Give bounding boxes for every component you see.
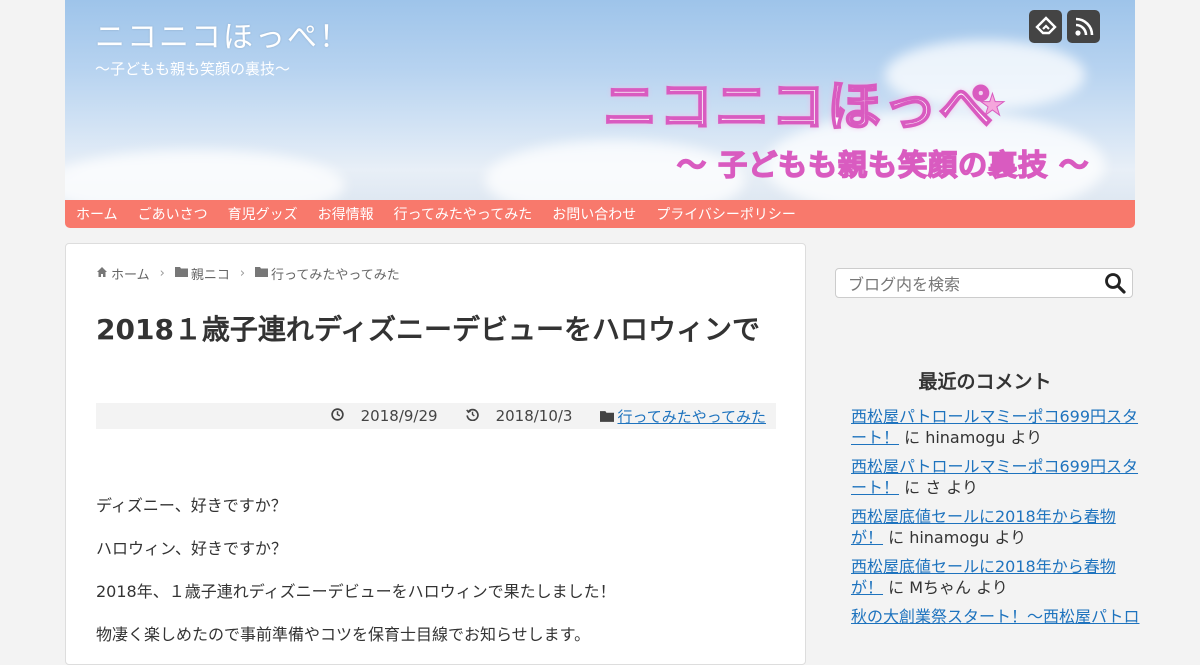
published-date-text: 2018/9/29 <box>360 407 438 425</box>
breadcrumb-separator: › <box>159 266 165 281</box>
comment-mid-text: に <box>899 428 926 447</box>
global-nav: ホーム ごあいさつ 育児グッズ お得情報 行ってみたやってみた お問い合わせ プ… <box>65 200 1135 228</box>
article-paragraph: ハロウィン、好きですか？ <box>96 539 288 558</box>
breadcrumb-home[interactable]: ホーム <box>111 264 150 283</box>
comment-suffix: より <box>941 478 978 497</box>
nav-item-privacy[interactable]: プライバシーポリシー <box>656 204 796 224</box>
article-paragraph: 2018年、１歳子連れディズニーデビューをハロウィンで果たしました！ <box>96 582 616 601</box>
article-category-link[interactable]: 行ってみたやってみた <box>617 408 766 426</box>
updated-date: 2018/10/3 <box>452 407 573 425</box>
site-title[interactable]: ニコニコほっぺ！ <box>95 12 351 56</box>
comment-author: hinamogu <box>909 528 990 547</box>
site-tagline: 〜子どもも親も笑顔の裏技〜 <box>95 60 291 78</box>
updated-date-text: 2018/10/3 <box>495 407 573 425</box>
article-title: 2018１歳子連れディズニーデビューをハロウィンで <box>96 313 760 346</box>
search-icon[interactable] <box>1104 272 1126 294</box>
site-header: ニコニコほっぺ！ 〜子どもも親も笑顔の裏技〜 ニコニコほっぺ ★ 〜 子どもも親… <box>65 0 1135 200</box>
article-category: 行ってみたやってみた <box>586 406 766 427</box>
recent-comments-list: 西松屋パトロールマミーポコ699円スタート！ に hinamogu より 西松屋… <box>851 406 1141 635</box>
folder-icon <box>600 408 615 426</box>
comment-mid-text: に <box>883 528 910 547</box>
logo-main-text: ニコニコほっぺ <box>602 74 995 139</box>
article-paragraph: 物凄く楽しめたので事前準備やコツを保育士目線でお知らせします。 <box>96 625 591 644</box>
comment-suffix: より <box>1005 428 1043 447</box>
article-paragraph: ディズニー、好きですか？ <box>96 496 287 515</box>
list-item: 西松屋底値セールに2018年から春物が！ に hinamogu より <box>851 506 1141 548</box>
feedly-icon[interactable] <box>1029 10 1062 43</box>
history-icon <box>465 407 479 425</box>
nav-item-home[interactable]: ホーム <box>76 204 118 224</box>
list-item: 秋の大創業祭スタート！〜西松屋パトロ <box>851 606 1141 627</box>
nav-item-contact[interactable]: お問い合わせ <box>552 204 636 224</box>
nav-item-deals[interactable]: お得情報 <box>318 204 374 224</box>
comment-mid-text: に <box>899 478 926 497</box>
breadcrumb-category[interactable]: 親ニコ <box>191 264 230 283</box>
logo-star-icon: ★ <box>979 88 1007 124</box>
nav-item-tried[interactable]: 行ってみたやってみた <box>394 204 533 224</box>
nav-item-greeting[interactable]: ごあいさつ <box>138 204 208 224</box>
article-card: ホーム › 親ニコ › 行ってみたやってみた 2018１歳子連れディズニーデビュ… <box>65 243 806 665</box>
list-item: 西松屋底値セールに2018年から春物が！ に Mちゃん より <box>851 556 1141 598</box>
comment-suffix: より <box>989 528 1027 547</box>
folder-icon <box>255 266 269 281</box>
comment-author: Mちゃん <box>909 578 972 597</box>
article-meta: 2018/9/29 2018/10/3 行ってみたやってみた <box>96 403 776 429</box>
list-item: 西松屋パトロールマミーポコ699円スタート！ に hinamogu より <box>851 406 1141 448</box>
cloud-decoration <box>65 150 345 200</box>
comment-suffix: より <box>971 578 1008 597</box>
clock-icon <box>330 407 344 425</box>
published-date: 2018/9/29 <box>317 407 438 425</box>
comment-author: hinamogu <box>925 428 1006 447</box>
comment-post-link[interactable]: 秋の大創業祭スタート！〜西松屋パトロ <box>851 607 1139 626</box>
comment-author: さ <box>925 478 942 497</box>
search-input[interactable] <box>836 269 1110 299</box>
folder-icon <box>174 266 188 281</box>
search-box <box>835 268 1133 299</box>
rss-icon[interactable] <box>1067 10 1100 43</box>
logo-sub-text: 〜 子どもも親も笑顔の裏技 〜 <box>676 147 1090 183</box>
nav-item-goods[interactable]: 育児グッズ <box>228 204 298 224</box>
breadcrumb: ホーム › 親ニコ › 行ってみたやってみた <box>96 264 400 283</box>
list-item: 西松屋パトロールマミーポコ699円スタート！ に さ より <box>851 456 1141 498</box>
comment-mid-text: に <box>883 578 910 597</box>
comment-post-link[interactable]: 西松屋パトロールマミーポコ699円スタート！ <box>851 457 1138 497</box>
recent-comments-title: 最近のコメント <box>918 371 1052 393</box>
breadcrumb-subcategory[interactable]: 行ってみたやってみた <box>271 264 400 283</box>
home-icon <box>96 266 108 282</box>
breadcrumb-separator: › <box>239 266 246 281</box>
